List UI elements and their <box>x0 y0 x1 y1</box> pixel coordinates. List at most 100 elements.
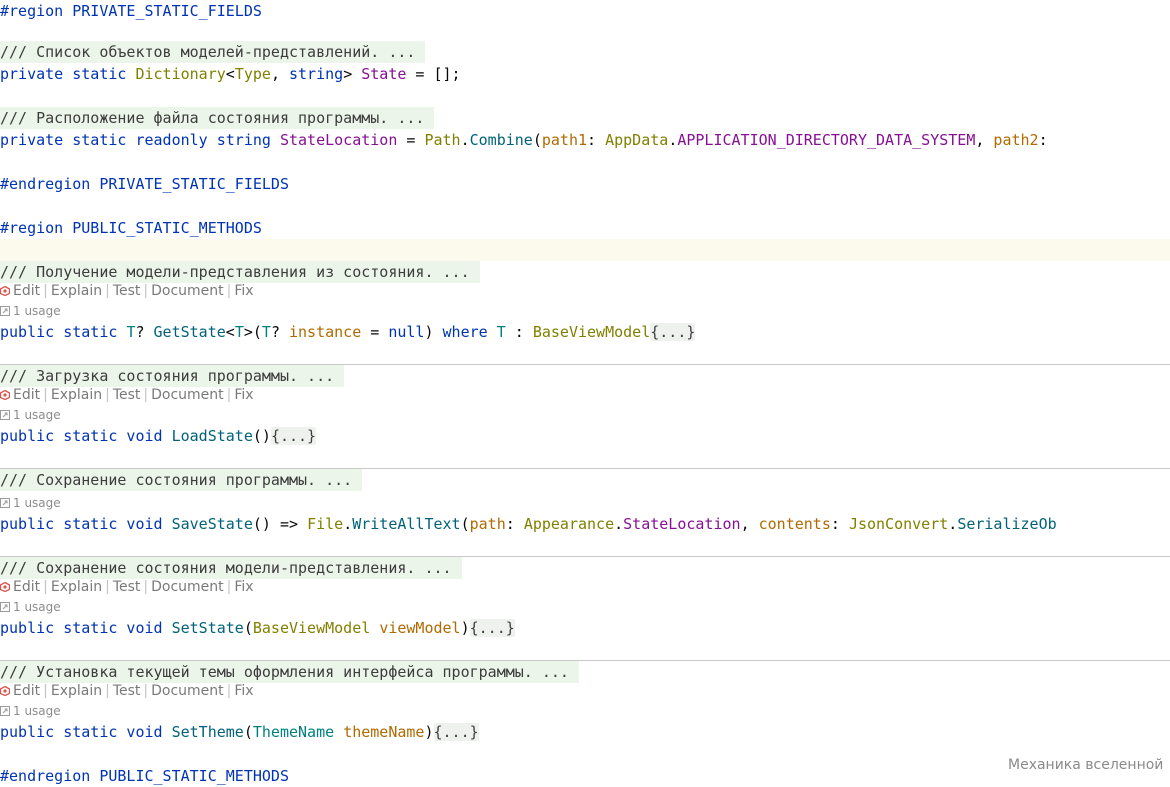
code-line-save-state[interactable]: public static void SaveState() => File.W… <box>0 513 1170 535</box>
doc-comment-text[interactable]: /// Сохранение состояния программы. ... <box>0 469 363 491</box>
code-token: . <box>948 515 958 533</box>
ai-action-edit[interactable]: Edit <box>13 387 40 403</box>
folded-body[interactable]: {...} <box>270 427 317 445</box>
ai-action-test[interactable]: Test <box>113 683 141 699</box>
ai-assistant-icon <box>0 582 10 592</box>
usage-count[interactable]: 1 usage <box>13 408 61 422</box>
action-separator: | <box>226 579 232 595</box>
code-token: LoadState <box>171 427 253 445</box>
code-token: JsonConvert <box>848 515 949 533</box>
ai-action-fix[interactable]: Fix <box>234 683 253 699</box>
action-separator: | <box>143 387 149 403</box>
code-token: public static void <box>0 723 172 741</box>
code-token: . <box>668 131 678 149</box>
doc-comment-load-state[interactable]: /// Загрузка состояния программы. ... <box>0 365 1170 387</box>
doc-comment-text[interactable]: /// Расположение файла состояния програм… <box>0 107 435 129</box>
ai-action-document[interactable]: Document <box>151 683 224 699</box>
action-separator: | <box>226 283 232 299</box>
folded-body[interactable]: {...} <box>650 323 696 341</box>
ai-action-test[interactable]: Test <box>113 579 141 595</box>
code-line-set-theme[interactable]: public static void SetTheme(ThemeName th… <box>0 721 1170 743</box>
code-token: ) <box>424 723 434 741</box>
code-token: = []; <box>406 65 461 83</box>
usage-hint-set-state[interactable]: 1 usage <box>0 597 61 617</box>
code-token: viewModel <box>379 619 461 637</box>
code-token: : <box>505 323 533 341</box>
region-end-public: #endregion PUBLIC_STATIC_METHODS <box>0 765 1000 787</box>
ai-action-test[interactable]: Test <box>113 283 141 299</box>
doc-comment-state-location[interactable]: /// Расположение файла состояния програм… <box>0 107 1170 129</box>
usage-link-icon <box>0 602 10 612</box>
doc-comment-get-state[interactable]: /// Получение модели-представления из со… <box>0 261 1170 283</box>
usage-link-icon <box>0 498 10 508</box>
usage-hint-set-theme[interactable]: 1 usage <box>0 701 61 721</box>
region-directive: #region PRIVATE_STATIC_FIELDS <box>0 2 262 20</box>
code-token: : <box>587 131 606 149</box>
code-token: StateLocation <box>279 131 398 149</box>
usage-link-icon <box>0 706 10 716</box>
code-token: = <box>397 131 425 149</box>
doc-comment-text[interactable]: /// Сохранение состояния модели-представ… <box>0 557 462 579</box>
doc-comment-text[interactable]: /// Получение модели-представления из со… <box>0 261 480 283</box>
code-line-set-state[interactable]: public static void SetState(BaseViewMode… <box>0 617 1170 639</box>
code-token: contents <box>758 515 831 533</box>
ai-action-fix[interactable]: Fix <box>234 283 253 299</box>
action-separator: | <box>105 387 110 403</box>
code-token: Dictionary <box>135 65 226 83</box>
code-token: Path <box>424 131 461 149</box>
usage-count[interactable]: 1 usage <box>13 600 61 614</box>
folded-body[interactable]: {...} <box>469 619 515 637</box>
code-token: SerializeOb <box>957 515 1057 533</box>
ai-action-document[interactable]: Document <box>151 387 224 403</box>
code-token: public static void <box>0 427 172 445</box>
ai-action-edit[interactable]: Edit <box>13 283 40 299</box>
code-token: BaseViewModel <box>252 619 371 637</box>
code-token: SaveState <box>171 515 253 533</box>
code-token: where <box>442 323 497 341</box>
ai-action-fix[interactable]: Fix <box>234 579 253 595</box>
code-token: instance <box>289 323 362 341</box>
usage-hint-get-state[interactable]: 1 usage <box>0 301 61 321</box>
code-token: : <box>830 515 849 533</box>
ai-action-explain[interactable]: Explain <box>51 579 102 595</box>
code-token: BaseViewModel <box>532 323 651 341</box>
ai-action-explain[interactable]: Explain <box>51 387 102 403</box>
code-token: : <box>1038 131 1048 149</box>
code-token: themeName <box>343 723 425 741</box>
doc-comment-text[interactable]: /// Установка текущей темы оформления ин… <box>0 661 579 683</box>
code-line-get-state[interactable]: public static T? GetState<T>(T? instance… <box>0 321 1170 343</box>
code-token: ( <box>243 619 253 637</box>
doc-comment-text[interactable]: /// Список объектов моделей-представлени… <box>0 41 426 63</box>
ai-action-explain[interactable]: Explain <box>51 283 102 299</box>
code-line-state-location-field[interactable]: private static readonly string StateLoca… <box>0 129 1170 151</box>
ai-action-explain[interactable]: Explain <box>51 683 102 699</box>
doc-comment-state[interactable]: /// Список объектов моделей-представлени… <box>0 41 1170 63</box>
usage-count[interactable]: 1 usage <box>13 496 61 510</box>
code-line-load-state[interactable]: public static void LoadState(){...} <box>0 425 1170 447</box>
doc-comment-set-state[interactable]: /// Сохранение состояния модели-представ… <box>0 557 1170 579</box>
ai-action-edit[interactable]: Edit <box>13 579 40 595</box>
doc-comment-set-theme[interactable]: /// Установка текущей темы оформления ин… <box>0 661 1170 683</box>
code-line-state-field[interactable]: private static Dictionary<Type, string> … <box>0 63 1170 85</box>
code-token: Combine <box>469 131 533 149</box>
folded-body[interactable]: {...} <box>433 723 479 741</box>
ai-action-edit[interactable]: Edit <box>13 683 40 699</box>
current-line-highlight[interactable] <box>0 239 1170 261</box>
ai-action-document[interactable]: Document <box>151 283 224 299</box>
ai-actions-get-state: Edit | Explain | Test | Document | Fix <box>0 281 254 301</box>
usage-link-icon <box>0 410 10 420</box>
usage-count[interactable]: 1 usage <box>13 304 61 318</box>
ai-action-document[interactable]: Document <box>151 579 224 595</box>
ai-action-test[interactable]: Test <box>113 387 141 403</box>
ai-action-fix[interactable]: Fix <box>234 387 253 403</box>
usage-hint-load-state[interactable]: 1 usage <box>0 405 61 425</box>
code-token: private static readonly string <box>0 131 280 149</box>
code-token: AppData <box>605 131 669 149</box>
code-token: = <box>361 323 389 341</box>
code-token: private static <box>0 65 136 83</box>
code-token: path1 <box>541 131 588 149</box>
doc-comment-save-state[interactable]: /// Сохранение состояния программы. ... <box>0 469 1170 491</box>
usage-count[interactable]: 1 usage <box>13 704 61 718</box>
doc-comment-text[interactable]: /// Загрузка состояния программы. ... <box>0 365 345 387</box>
usage-hint-save-state[interactable]: 1 usage <box>0 493 61 513</box>
